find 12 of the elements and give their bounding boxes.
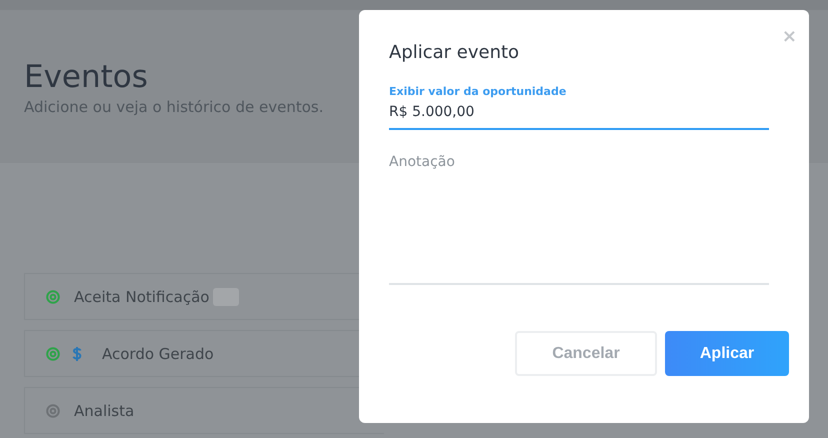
event-name: Analista — [74, 402, 134, 420]
apply-button[interactable]: Aplicar — [665, 331, 789, 376]
dialog-title: Aplicar evento — [389, 42, 520, 63]
page-subtitle: Adicione ou veja o histórico de eventos. — [24, 98, 324, 116]
event-name: Acordo Gerado — [102, 344, 214, 362]
event-row[interactable]: Analista — [24, 387, 384, 434]
close-icon[interactable]: × — [782, 28, 797, 46]
event-name: Aceita Notificação — [74, 288, 210, 306]
page-title: Eventos — [24, 58, 148, 96]
cancel-button[interactable]: Cancelar — [515, 331, 657, 376]
value-input-field[interactable]: R$ 5.000,00 — [389, 102, 769, 130]
field-label: Exibir valor da oportunidade — [389, 85, 566, 98]
